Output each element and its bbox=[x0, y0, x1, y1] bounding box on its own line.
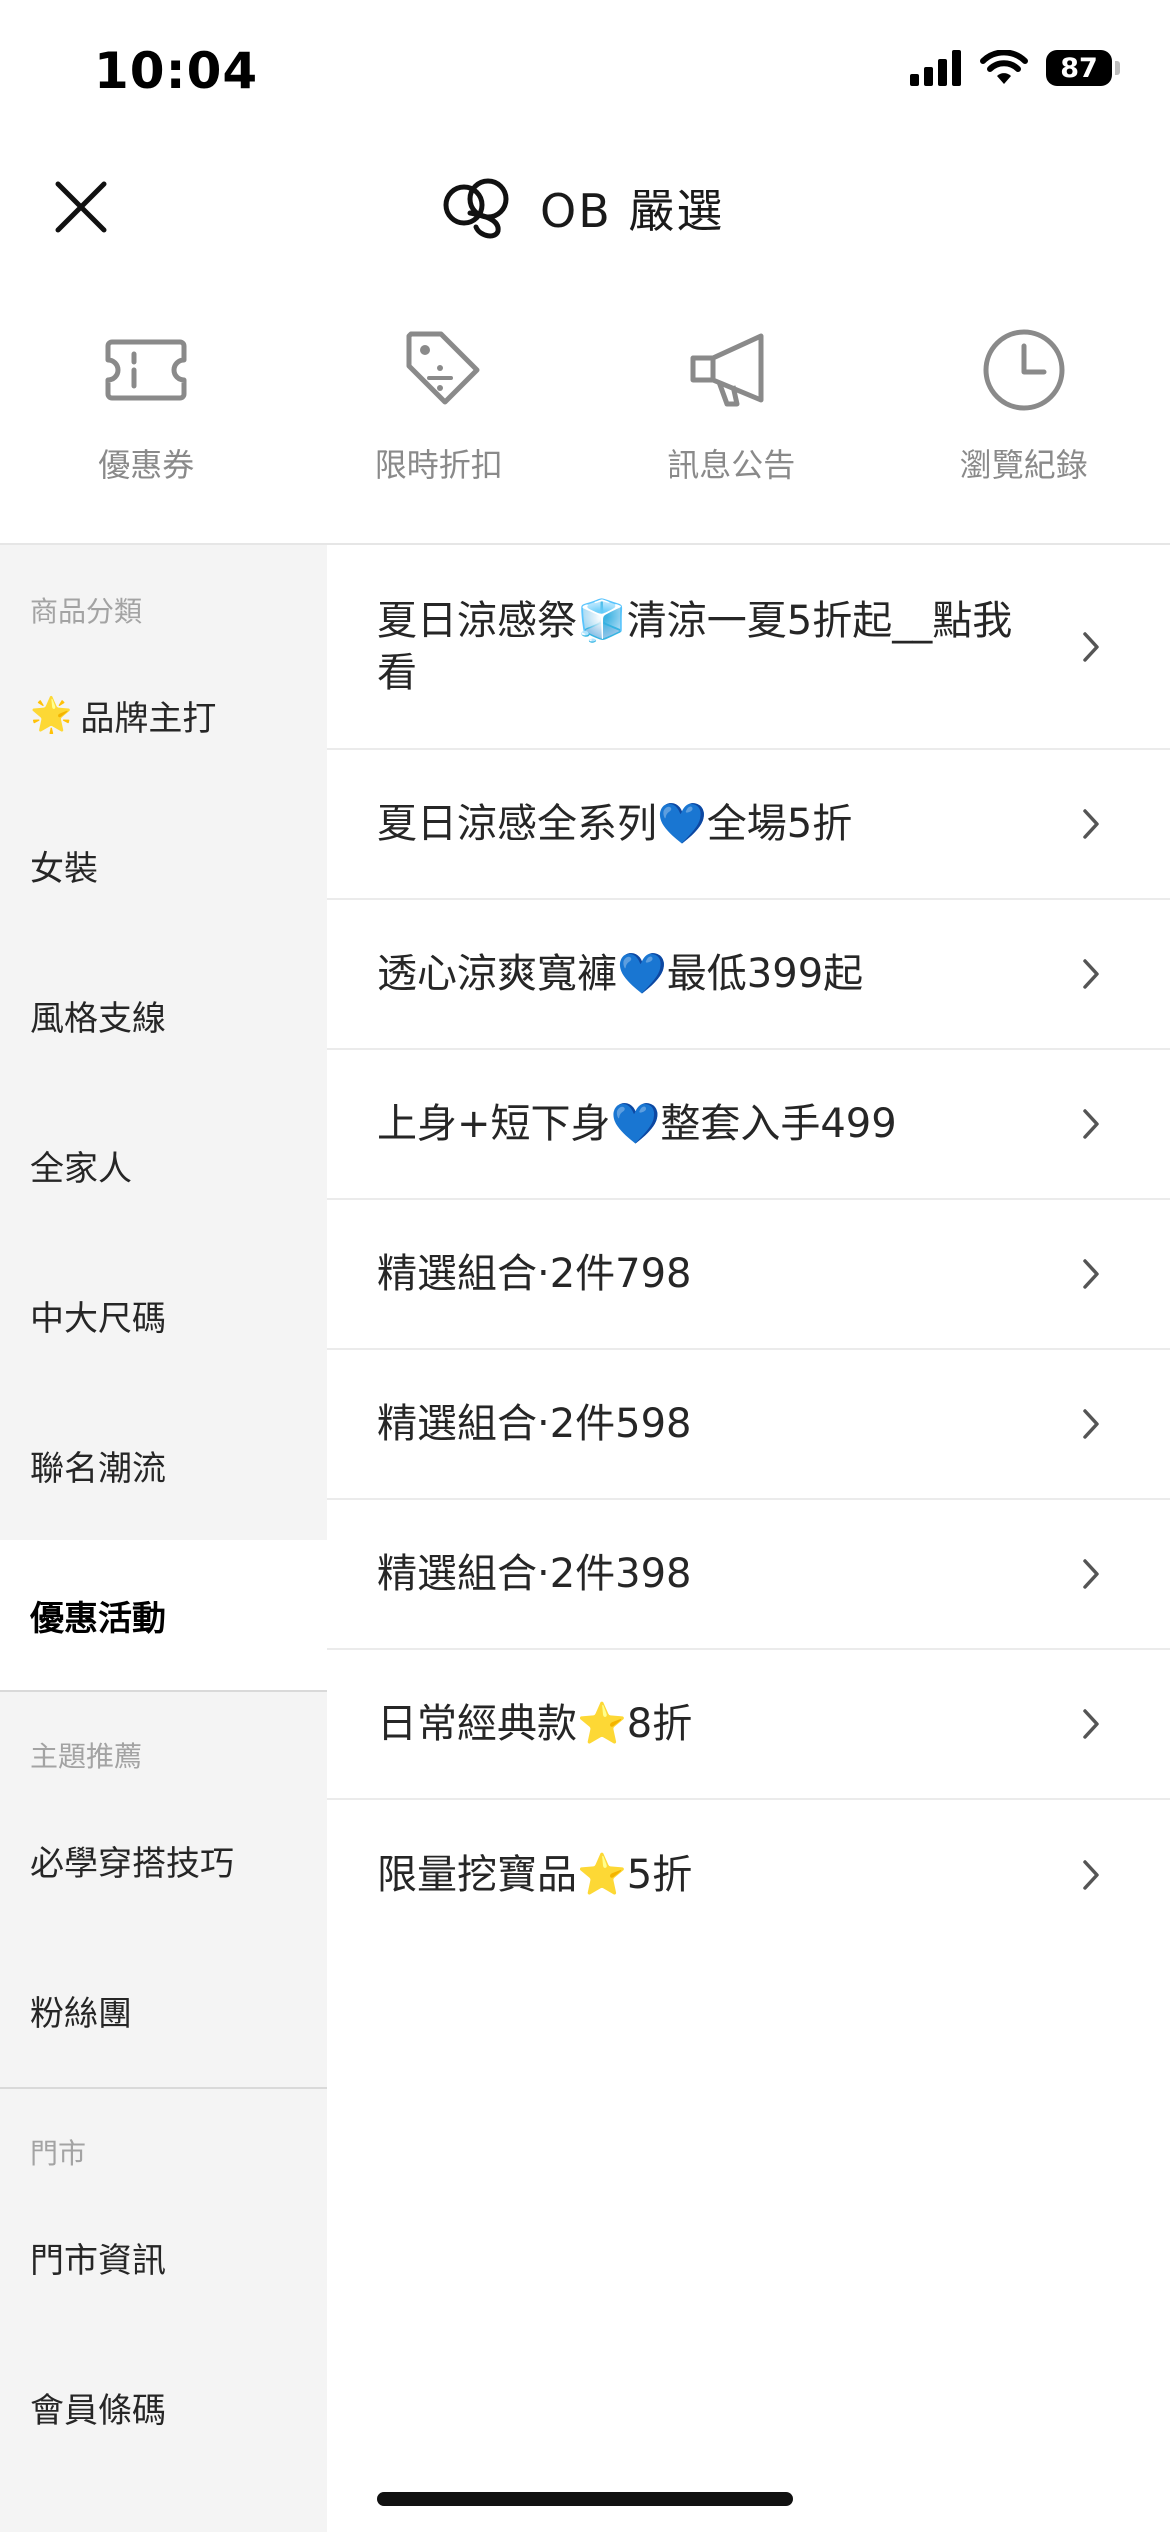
sidebar-item-label: 粉絲團 bbox=[30, 1993, 132, 2034]
sidebar-item-label: 優惠活動 bbox=[30, 1598, 166, 1639]
sidebar-item-label: 會員條碼 bbox=[30, 2390, 166, 2431]
promotion-label: 精選組合‧2件398 bbox=[377, 1551, 692, 1597]
section-title-categories: 商品分類 bbox=[30, 595, 143, 628]
list-item[interactable]: 精選組合‧2件798 bbox=[327, 1200, 1170, 1350]
sidebar-item-brand-highlight[interactable]: 🌟 品牌主打 bbox=[0, 640, 327, 790]
sidebar-item-label: 女裝 bbox=[30, 848, 98, 889]
section-title-themes: 主題推薦 bbox=[30, 1740, 143, 1773]
shortcut-label: 瀏覽紀錄 bbox=[959, 446, 1088, 484]
sidebar-item-plus-size[interactable]: 中大尺碼 bbox=[0, 1240, 327, 1390]
promotion-label: 透心涼爽寬褲💙最低399起 bbox=[377, 951, 864, 997]
clock-icon bbox=[983, 329, 1065, 411]
promotion-label: 上身+短下身💙整套入手499 bbox=[377, 1101, 897, 1147]
shortcut-toolbar: 優惠券 限時折扣 訊息公告 瀏覽紀錄 bbox=[0, 300, 1170, 500]
chevron-right-icon bbox=[1083, 959, 1099, 989]
chevron-right-icon bbox=[1083, 809, 1099, 839]
category-sidebar: 商品分類 🌟 品牌主打 女裝 風格支線 全家人 中大尺碼 聯名潮流 優惠活動 主… bbox=[0, 545, 327, 2532]
sidebar-item-label: 門市資訊 bbox=[30, 2240, 166, 2281]
promotion-label: 限量挖寶品⭐5折 bbox=[377, 1852, 693, 1898]
wifi-icon bbox=[980, 50, 1028, 84]
promotion-label: 夏日涼感祭🧊清涼一夏5折起__點我看 bbox=[377, 597, 1013, 696]
status-icons: 87 bbox=[910, 50, 1120, 86]
sidebar-item-label: 風格支線 bbox=[30, 998, 166, 1039]
chevron-right-icon bbox=[1083, 1709, 1099, 1739]
sidebar-item-label: 全家人 bbox=[30, 1148, 132, 1189]
sidebar-item-member-barcode[interactable]: 會員條碼 bbox=[0, 2332, 327, 2482]
header-brand: OB 嚴選 bbox=[440, 170, 724, 246]
status-bar: 10:04 87 bbox=[0, 0, 1170, 150]
sidebar-item-family[interactable]: 全家人 bbox=[0, 1090, 327, 1240]
chevron-right-icon bbox=[1083, 1409, 1099, 1439]
promotion-label: 日常經典款⭐8折 bbox=[377, 1701, 693, 1747]
star-emoji-icon: 🌟 bbox=[30, 695, 73, 735]
list-item[interactable]: 精選組合‧2件398 bbox=[327, 1500, 1170, 1650]
section-title-stores: 門市 bbox=[30, 2137, 87, 2170]
sidebar-item-womens[interactable]: 女裝 bbox=[0, 790, 327, 940]
shortcut-label: 訊息公告 bbox=[667, 446, 796, 484]
shortcut-flash-sale[interactable]: 限時折扣 bbox=[293, 300, 586, 500]
shortcut-label: 限時折扣 bbox=[374, 446, 503, 484]
chevron-right-icon bbox=[1083, 1259, 1099, 1289]
sidebar-item-promotions[interactable]: 優惠活動 bbox=[0, 1540, 327, 1690]
list-item[interactable]: 上身+短下身💙整套入手499 bbox=[327, 1050, 1170, 1200]
sidebar-item-style-lines[interactable]: 風格支線 bbox=[0, 940, 327, 1090]
sidebar-item-label: 品牌主打 bbox=[80, 698, 217, 739]
battery-level: 87 bbox=[1060, 52, 1098, 84]
sidebar-item-fan-club[interactable]: 粉絲團 bbox=[0, 1935, 327, 2085]
chevron-right-icon bbox=[1083, 631, 1099, 662]
sidebar-item-label: 必學穿搭技巧 bbox=[30, 1843, 234, 1884]
shortcut-label: 優惠券 bbox=[98, 446, 195, 484]
list-item[interactable]: 透心涼爽寬褲💙最低399起 bbox=[327, 900, 1170, 1050]
brand-logo-icon bbox=[443, 178, 509, 239]
close-icon bbox=[55, 181, 107, 233]
sidebar-item-label: 聯名潮流 bbox=[30, 1448, 166, 1489]
list-item[interactable]: 夏日涼感全系列💙全場5折 bbox=[327, 750, 1170, 900]
shortcut-announcements[interactable]: 訊息公告 bbox=[585, 300, 878, 500]
sidebar-item-collabs[interactable]: 聯名潮流 bbox=[0, 1390, 327, 1540]
chevron-right-icon bbox=[1083, 1860, 1099, 1890]
promotion-label: 精選組合‧2件798 bbox=[377, 1251, 692, 1297]
shortcut-history[interactable]: 瀏覽紀錄 bbox=[878, 300, 1170, 500]
header: OB 嚴選 bbox=[0, 150, 1170, 270]
ticket-icon bbox=[105, 339, 187, 401]
battery-icon: 87 bbox=[1046, 50, 1120, 86]
list-item[interactable]: 夏日涼感祭🧊清涼一夏5折起__點我看 bbox=[327, 545, 1170, 750]
signal-icon bbox=[910, 50, 961, 86]
list-item[interactable]: 精選組合‧2件598 bbox=[327, 1350, 1170, 1500]
page-title: OB 嚴選 bbox=[540, 184, 725, 238]
list-item[interactable]: 日常經典款⭐8折 bbox=[327, 1650, 1170, 1800]
shortcut-coupons[interactable]: 優惠券 bbox=[0, 300, 293, 500]
close-button[interactable] bbox=[50, 176, 112, 238]
status-time: 10:04 bbox=[94, 42, 259, 100]
price-tag-icon bbox=[406, 331, 480, 405]
list-item[interactable]: 限量挖寶品⭐5折 bbox=[327, 1800, 1170, 1950]
sidebar-item-styling-tips[interactable]: 必學穿搭技巧 bbox=[0, 1785, 327, 1935]
chevron-right-icon bbox=[1083, 1109, 1099, 1139]
sidebar-item-label: 中大尺碼 bbox=[30, 1298, 166, 1339]
sidebar-divider bbox=[0, 1690, 327, 1692]
promotion-label: 夏日涼感全系列💙全場5折 bbox=[377, 801, 853, 847]
home-indicator[interactable] bbox=[377, 2492, 793, 2506]
battery-cap bbox=[1115, 61, 1120, 75]
promotion-list: 夏日涼感祭🧊清涼一夏5折起__點我看 夏日涼感全系列💙全場5折 透心涼爽寬褲💙最… bbox=[327, 545, 1170, 2532]
chevron-right-icon bbox=[1083, 1559, 1099, 1589]
megaphone-icon bbox=[690, 333, 764, 407]
sidebar-item-store-info[interactable]: 門市資訊 bbox=[0, 2182, 327, 2332]
promotion-label: 精選組合‧2件598 bbox=[377, 1401, 692, 1447]
sidebar-divider bbox=[0, 2087, 327, 2089]
